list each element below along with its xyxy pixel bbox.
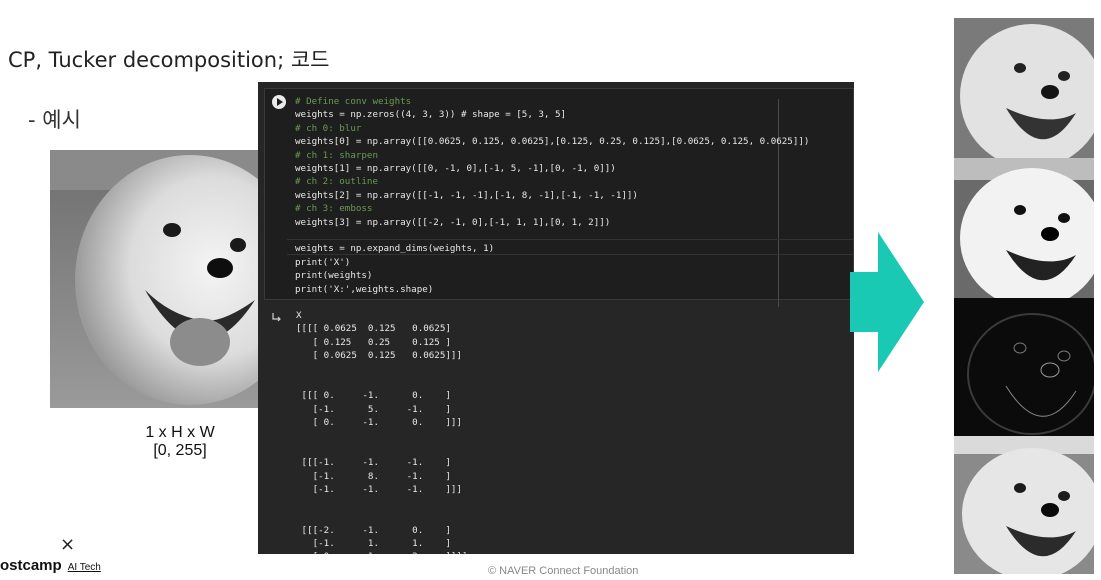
logo-main-text: ostcamp — [0, 557, 62, 574]
code-line: weights[0] = np.array([[0.0625, 0.125, 0… — [295, 136, 810, 148]
output-line: X — [296, 310, 302, 321]
output-line: [-1. 5. -1. ] — [296, 403, 451, 415]
code-comment-line: # ch 1: sharpen — [295, 149, 378, 161]
code-line: print('X:',weights.shape) — [295, 283, 434, 295]
code-line: weights[2] = np.array([[-1, -1, -1],[-1,… — [295, 189, 638, 201]
output-line: [-1. -1. -1. ]]] — [296, 484, 462, 496]
code-line: weights = np.expand_dims(weights, 1) — [295, 243, 495, 255]
output-line: [-1. 8. -1. ] — [296, 470, 451, 482]
slide-subtitle: - 예시 — [28, 108, 81, 132]
notebook-panel: # Define conv weights weights = np.zeros(… — [258, 82, 854, 554]
footer-copyright: © NAVER Connect Foundation — [488, 565, 639, 577]
code-line: weights[1] = np.array([[0, -1, 0],[-1, 5… — [295, 163, 616, 175]
output-outline-image — [954, 298, 1094, 436]
input-dims-text: 1 x H x W — [145, 424, 215, 441]
output-emboss-image — [954, 436, 1094, 574]
output-line: [[[-1. -1. -1. ] — [296, 457, 451, 469]
output-line: [[[-2. -1. 0. ] — [296, 524, 451, 536]
code-line: weights[3] = np.array([[-2, -1, 0],[-1, … — [295, 216, 611, 228]
code-line: weights = np.zeros((4, 3, 3)) # shape = … — [295, 109, 567, 121]
play-circle-icon[interactable] — [272, 95, 286, 109]
logo-sub-text: AI Tech — [67, 562, 101, 573]
output-line: [[[[ 0.0625 0.125 0.0625] — [296, 323, 451, 335]
code-comment-line: # ch 2: outline — [295, 176, 378, 188]
arrow-right-icon — [850, 232, 924, 372]
output-line: [ 0. -1. 0. ]]] — [296, 417, 462, 429]
code-editor[interactable]: # Define conv weights weights = np.zeros(… — [295, 95, 809, 296]
code-comment-line: # Define conv weights — [295, 96, 412, 107]
input-dims-caption: 1 x H x W [0, 255] — [120, 424, 240, 460]
code-line: print('X') — [295, 256, 351, 268]
logo: ostcamp AI Tech — [0, 557, 101, 574]
output-arrow-icon — [272, 313, 281, 322]
output-line: [ 0.0625 0.125 0.0625]]] — [296, 350, 462, 362]
logo-mark: × — [60, 534, 76, 555]
code-cell[interactable]: # Define conv weights weights = np.zeros(… — [264, 88, 854, 307]
input-dog-image — [50, 150, 264, 408]
output-line: [-1. 1. 1. ] — [296, 537, 451, 549]
cell-output: X [[[[ 0.0625 0.125 0.0625] [ 0.125 0.25 … — [296, 309, 467, 554]
output-sharpen-image — [954, 158, 1094, 298]
code-comment-line: # ch 3: emboss — [295, 203, 373, 215]
input-range-text: [0, 255] — [153, 442, 207, 459]
output-line: [[[ 0. -1. 0. ] — [296, 390, 451, 402]
output-line: [ 0.125 0.25 0.125 ] — [296, 336, 451, 348]
code-line: print(weights) — [295, 270, 373, 282]
slide-title: CP, Tucker decomposition; 코드 — [8, 48, 330, 72]
output-line: [ 0. 1. 2. ]]]] — [296, 550, 468, 554]
code-comment-line: # ch 0: blur — [295, 122, 362, 134]
output-blur-image — [954, 18, 1094, 158]
